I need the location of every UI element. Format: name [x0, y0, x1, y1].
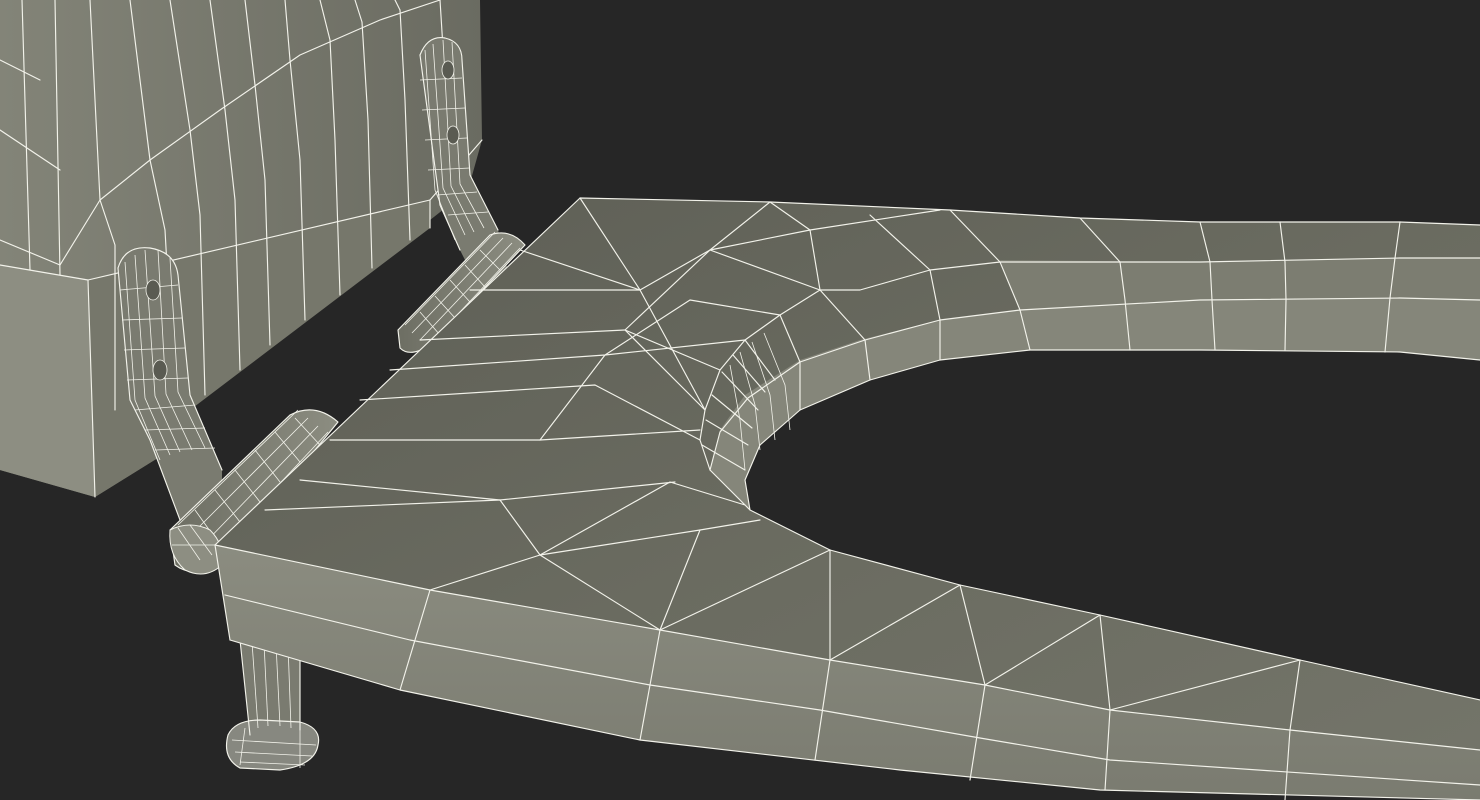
wireframe-render	[0, 0, 1480, 800]
seat-ring	[214, 197, 1480, 800]
render-viewport	[0, 0, 1480, 800]
